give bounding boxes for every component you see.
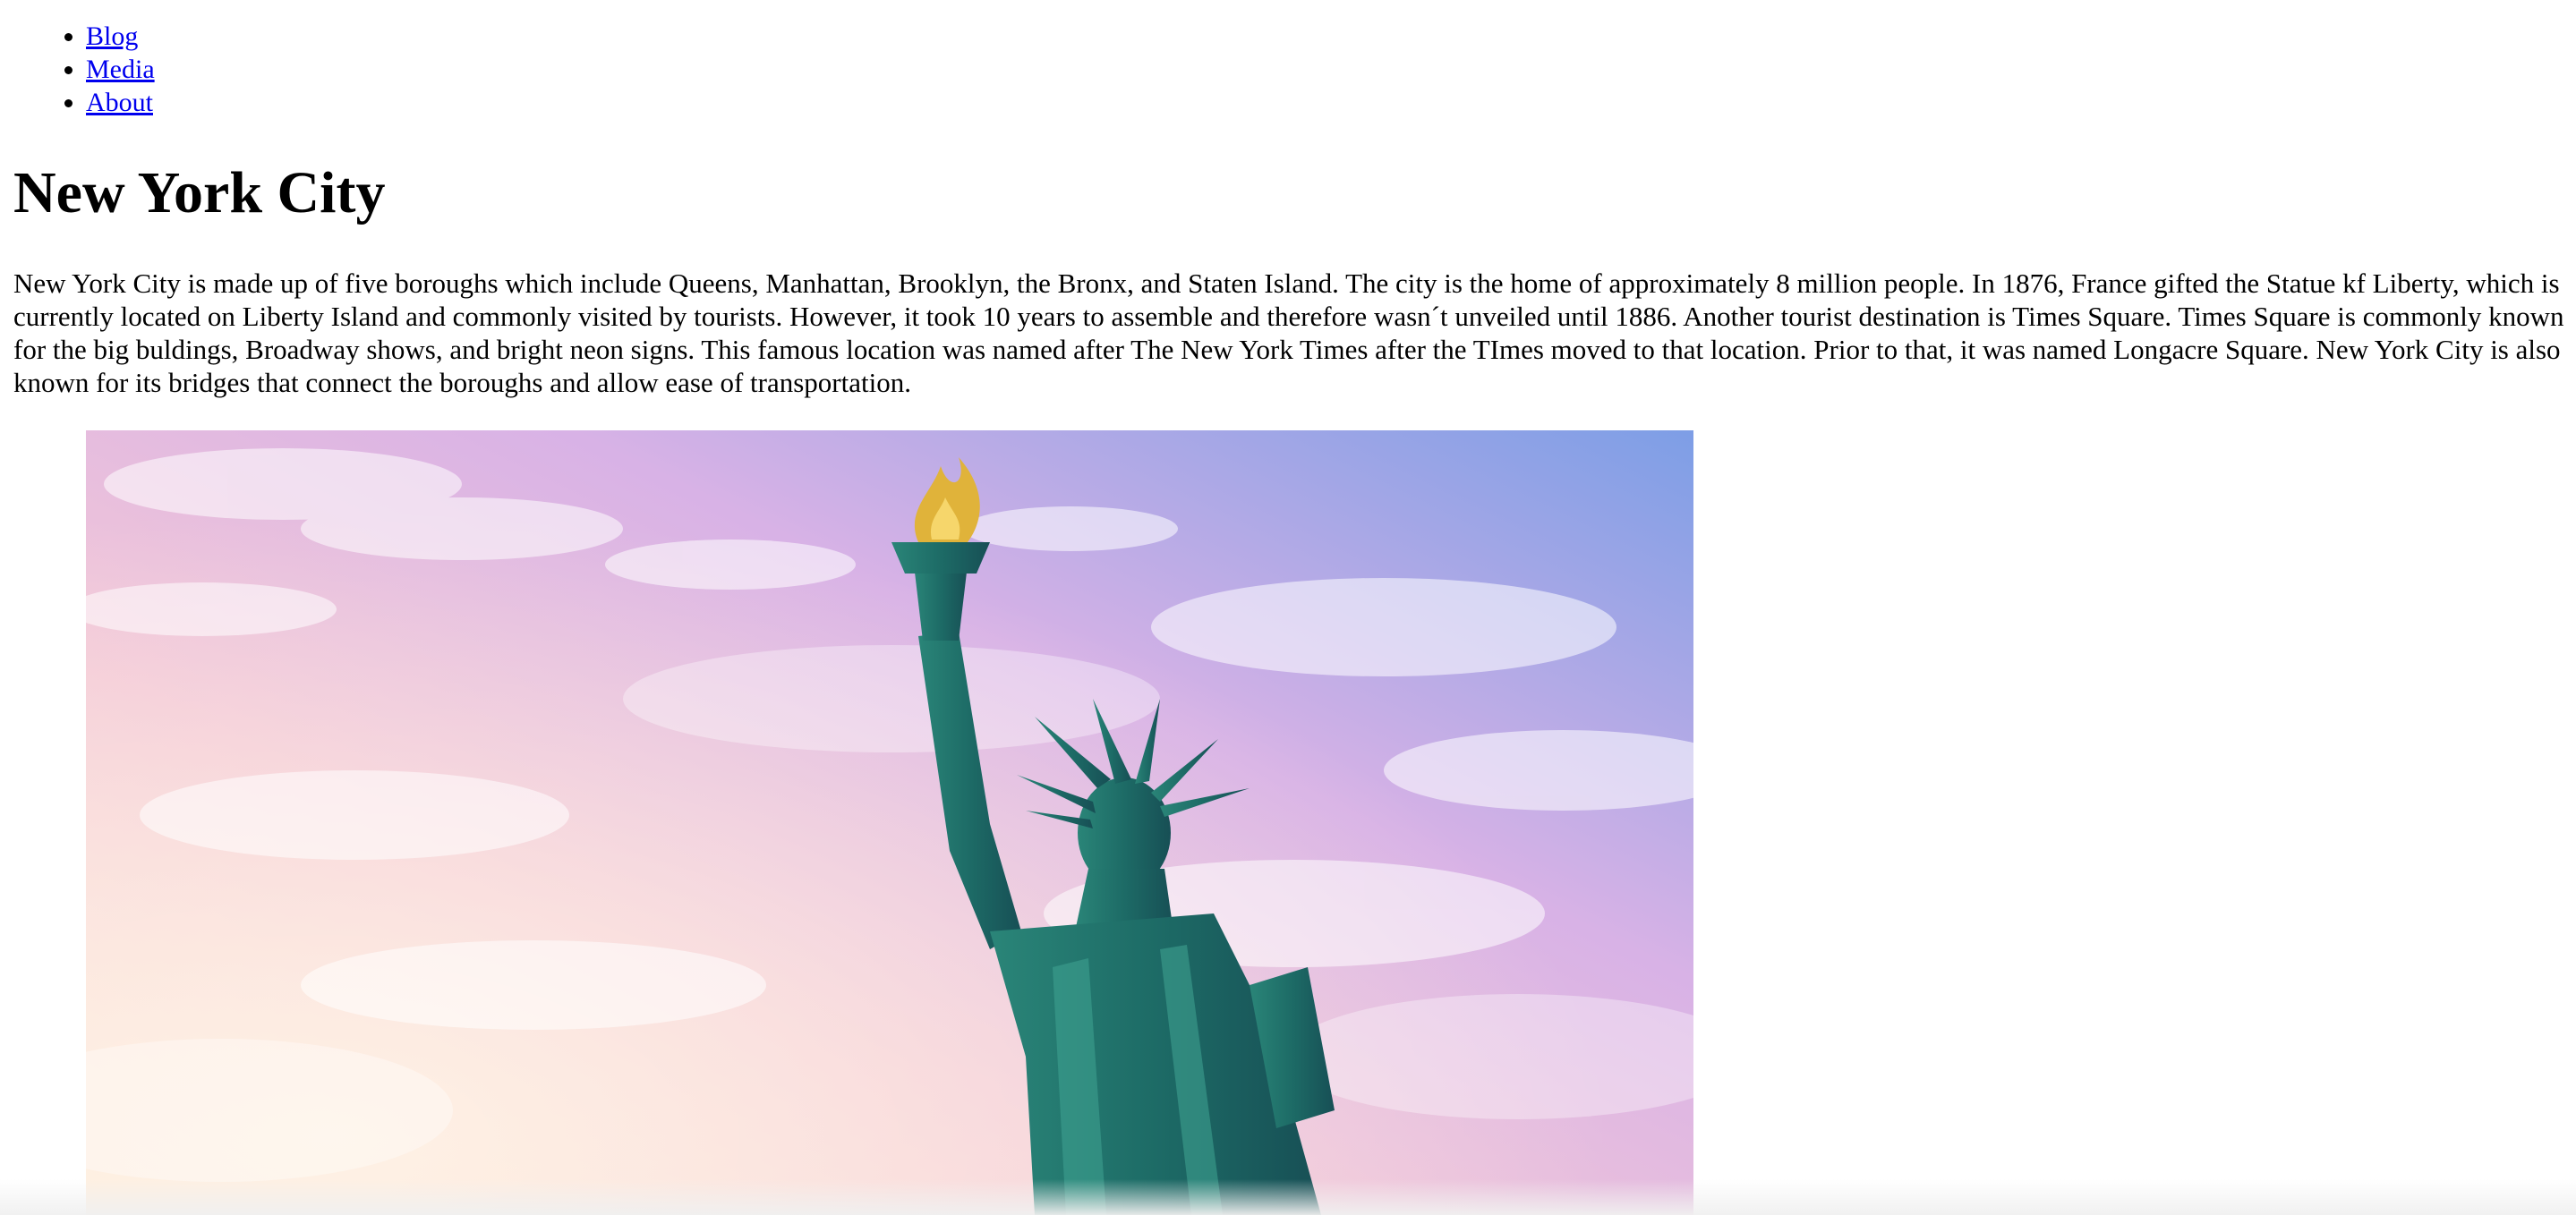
nav-list: Blog Media About: [0, 20, 155, 119]
statue-of-liberty-illustration: [86, 430, 1693, 1215]
statue-of-liberty-image: [86, 430, 1693, 1215]
article-paragraph: New York City is made up of five borough…: [13, 268, 2564, 398]
nav-item-media: Media: [86, 53, 155, 86]
nav-link-media[interactable]: Media: [86, 55, 155, 84]
page-title: New York City: [13, 160, 386, 225]
nav-item-blog: Blog: [86, 20, 155, 53]
nav-link-blog[interactable]: Blog: [86, 21, 138, 51]
nav-item-about: About: [86, 86, 155, 119]
nav-link-about[interactable]: About: [86, 88, 153, 117]
